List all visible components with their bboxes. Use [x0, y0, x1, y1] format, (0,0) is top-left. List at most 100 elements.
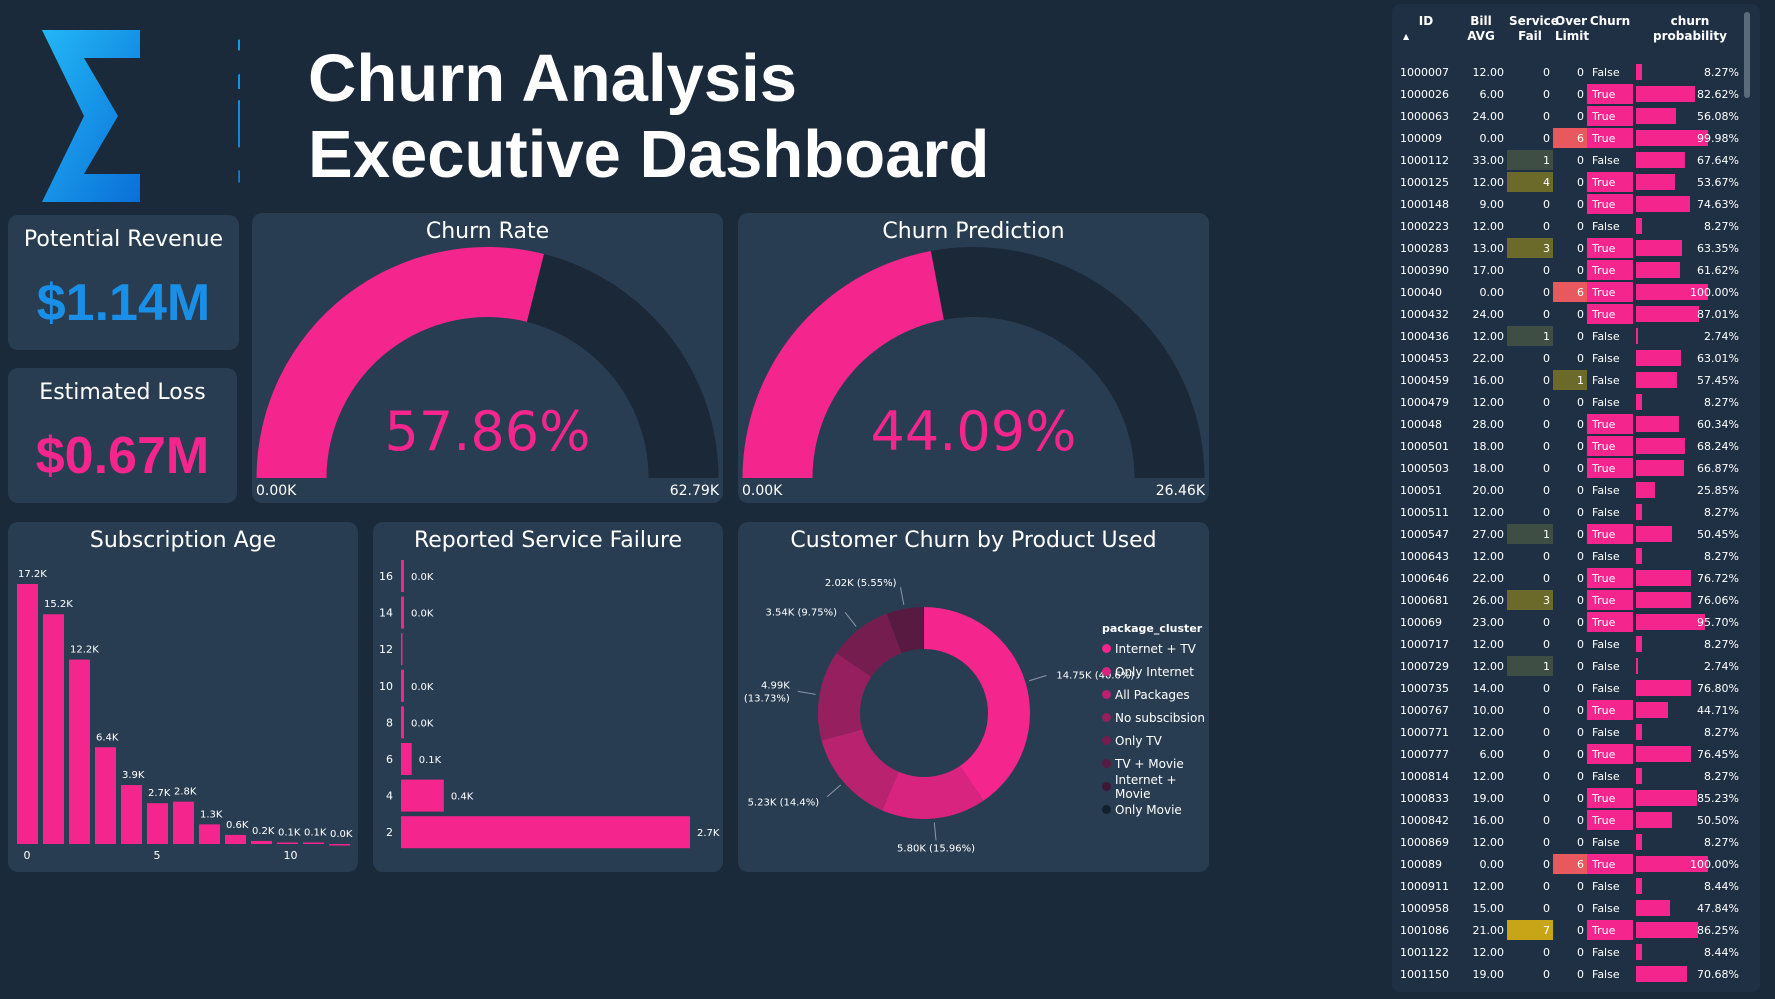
- table-row[interactable]: 1000767 10.00 0 0 True 44.71%: [1397, 699, 1747, 722]
- donut-slice[interactable]: [924, 607, 1030, 801]
- table-row[interactable]: 100089 0.00 0 6 True 100.00%: [1397, 853, 1747, 876]
- table-row[interactable]: 1001122 12.00 0 0 False 8.44%: [1397, 941, 1747, 964]
- legend-label: All Packages: [1115, 687, 1190, 702]
- table-row[interactable]: 1000681 26.00 3 0 True 76.06%: [1397, 589, 1747, 612]
- table-row[interactable]: 1000729 12.00 1 0 False 2.74%: [1397, 655, 1747, 678]
- age-bar[interactable]: [17, 584, 38, 844]
- cell-over-limit: 0: [1553, 149, 1587, 172]
- table-row[interactable]: 1000643 12.00 0 0 False 8.27%: [1397, 545, 1747, 568]
- legend-item[interactable]: Only TV: [1102, 729, 1209, 752]
- failure-bar[interactable]: [401, 560, 404, 592]
- table-row[interactable]: 1000390 17.00 0 0 True 61.62%: [1397, 259, 1747, 282]
- failure-bar[interactable]: [401, 706, 404, 739]
- cell-churn-probability: 61.62%: [1633, 259, 1747, 282]
- age-bar[interactable]: [225, 834, 246, 844]
- column-header-bill-avg[interactable]: Bill AVG: [1455, 10, 1507, 62]
- table-row[interactable]: 1000223 12.00 0 0 False 8.27%: [1397, 215, 1747, 238]
- cell-churn-probability: 85.23%: [1633, 787, 1747, 810]
- table-row[interactable]: 1000547 27.00 1 0 True 50.45%: [1397, 523, 1747, 546]
- legend-item[interactable]: Internet + TV: [1102, 637, 1209, 660]
- probability-value: 87.01%: [1697, 307, 1739, 321]
- age-bar[interactable]: [251, 840, 272, 844]
- legend-item[interactable]: Internet + Movie: [1102, 773, 1209, 801]
- failure-bar[interactable]: [401, 816, 690, 849]
- table-row[interactable]: 1000735 14.00 0 0 False 76.80%: [1397, 677, 1747, 700]
- table-row[interactable]: 1000501 18.00 0 0 True 68.24%: [1397, 435, 1747, 458]
- cell-churn: False: [1587, 831, 1633, 854]
- table-row[interactable]: 1000511 12.00 0 0 False 8.27%: [1397, 501, 1747, 524]
- legend-item[interactable]: Only Movie: [1102, 798, 1209, 821]
- table-row[interactable]: 1000777 6.00 0 0 True 76.45%: [1397, 743, 1747, 766]
- cell-service-fail: 3: [1507, 589, 1553, 612]
- table-row[interactable]: 100040 0.00 0 6 True 100.00%: [1397, 281, 1747, 304]
- table-row[interactable]: 1000833 19.00 0 0 True 85.23%: [1397, 787, 1747, 810]
- table-row[interactable]: 1000646 22.00 0 0 True 76.72%: [1397, 567, 1747, 590]
- column-header-churn-probability[interactable]: churn probability: [1633, 10, 1747, 62]
- table-row[interactable]: 1000063 24.00 0 0 True 56.08%: [1397, 105, 1747, 128]
- failure-bar[interactable]: [401, 596, 404, 629]
- failure-bar-label: 0.0K: [411, 609, 434, 620]
- column-header-over-limit[interactable]: Over Limit: [1553, 10, 1589, 62]
- churn-prediction-card: Churn Prediction 44.09% 0.00K 26.46K: [738, 213, 1209, 503]
- probability-value: 67.64%: [1697, 153, 1739, 167]
- table-row[interactable]: 1000958 15.00 0 0 False 47.84%: [1397, 897, 1747, 920]
- age-bar[interactable]: [329, 844, 350, 846]
- table-row[interactable]: 100048 28.00 0 0 True 60.34%: [1397, 413, 1747, 436]
- table-row[interactable]: 100009 0.00 0 6 True 99.98%: [1397, 127, 1747, 150]
- failure-axis-tick: 12: [379, 643, 393, 656]
- table-row[interactable]: 1001086 21.00 7 0 True 86.25%: [1397, 919, 1747, 942]
- sort-asc-icon[interactable]: ▲: [1399, 29, 1453, 44]
- table-row[interactable]: 1000148 9.00 0 0 True 74.63%: [1397, 193, 1747, 216]
- age-bar[interactable]: [147, 803, 168, 844]
- age-bar[interactable]: [95, 747, 116, 844]
- column-header-churn[interactable]: Churn: [1587, 10, 1633, 62]
- cell-churn-probability: 2.74%: [1633, 325, 1747, 348]
- potential-revenue-title: Potential Revenue: [23, 227, 224, 252]
- table-row[interactable]: 100069 23.00 0 0 True 95.70%: [1397, 611, 1747, 634]
- table-row[interactable]: 1000842 16.00 0 0 True 50.50%: [1397, 809, 1747, 832]
- failure-bar[interactable]: [401, 633, 403, 666]
- column-header-service-fail[interactable]: Service Fail: [1507, 10, 1559, 62]
- column-header-id[interactable]: ID ▲: [1397, 10, 1455, 62]
- cell-bill-avg: 17.00: [1455, 259, 1507, 282]
- table-row[interactable]: 1000112 33.00 1 0 False 67.64%: [1397, 149, 1747, 172]
- age-bar[interactable]: [69, 659, 90, 844]
- table-row[interactable]: 1000503 18.00 0 0 True 66.87%: [1397, 457, 1747, 480]
- cell-churn-probability: 87.01%: [1633, 303, 1747, 326]
- table-row[interactable]: 1000479 12.00 0 0 False 8.27%: [1397, 391, 1747, 414]
- table-row[interactable]: 1000814 12.00 0 0 False 8.27%: [1397, 765, 1747, 788]
- age-bar[interactable]: [277, 842, 298, 844]
- age-bar[interactable]: [121, 785, 142, 844]
- table-row[interactable]: 1000026 6.00 0 0 True 82.62%: [1397, 83, 1747, 106]
- table-row[interactable]: 1000432 24.00 0 0 True 87.01%: [1397, 303, 1747, 326]
- table-scrollbar[interactable]: [1744, 12, 1750, 98]
- age-bar[interactable]: [43, 614, 64, 844]
- legend-item[interactable]: Only Internet: [1102, 660, 1209, 683]
- failure-bar[interactable]: [401, 743, 412, 775]
- donut-slice[interactable]: [821, 729, 899, 811]
- cell-service-fail: 0: [1507, 699, 1553, 722]
- cell-churn: True: [1587, 303, 1633, 326]
- table-row[interactable]: 1000283 13.00 3 0 True 63.35%: [1397, 237, 1747, 260]
- table-row[interactable]: 1000453 22.00 0 0 False 63.01%: [1397, 347, 1747, 370]
- table-row[interactable]: 1000436 12.00 1 0 False 2.74%: [1397, 325, 1747, 348]
- table-row[interactable]: 1000717 12.00 0 0 False 8.27%: [1397, 633, 1747, 656]
- table-row[interactable]: 1000007 12.00 0 0 False 8.27%: [1397, 62, 1747, 84]
- probability-value: 63.35%: [1697, 241, 1739, 255]
- failure-bar[interactable]: [401, 779, 444, 812]
- legend-item[interactable]: No subscibsion: [1102, 706, 1209, 729]
- table-row[interactable]: 1000459 16.00 0 1 False 57.45%: [1397, 369, 1747, 392]
- gauge-min-label: 0.00K: [742, 483, 783, 499]
- legend-item[interactable]: All Packages: [1102, 683, 1209, 706]
- failure-bar[interactable]: [401, 669, 404, 702]
- age-bar[interactable]: [199, 824, 220, 844]
- table-row[interactable]: 1001150 19.00 0 0 False 70.68%: [1397, 963, 1747, 986]
- probability-value: 8.27%: [1704, 637, 1739, 651]
- table-row[interactable]: 1000869 12.00 0 0 False 8.27%: [1397, 831, 1747, 854]
- age-bar[interactable]: [173, 801, 194, 844]
- age-bar[interactable]: [303, 842, 324, 844]
- table-row[interactable]: 1000771 12.00 0 0 False 8.27%: [1397, 721, 1747, 744]
- table-row[interactable]: 1000911 12.00 0 0 False 8.44%: [1397, 875, 1747, 898]
- table-row[interactable]: 100051 20.00 0 0 False 25.85%: [1397, 479, 1747, 502]
- table-row[interactable]: 1000125 12.00 4 0 True 53.67%: [1397, 171, 1747, 194]
